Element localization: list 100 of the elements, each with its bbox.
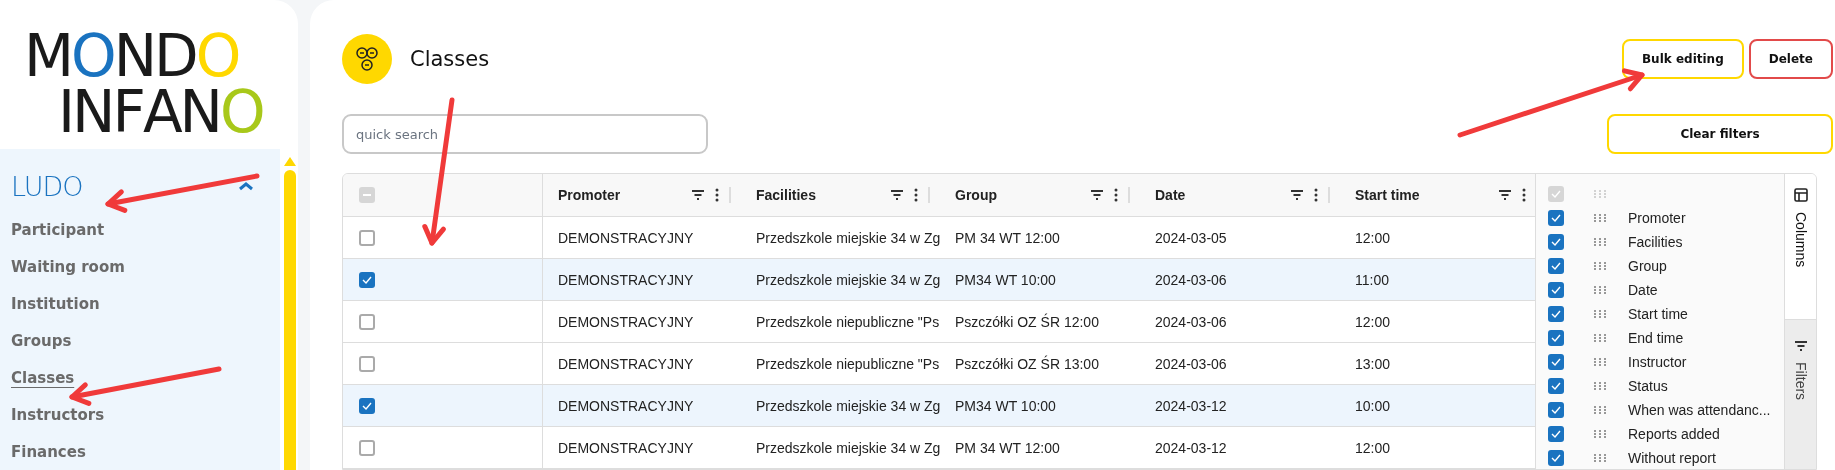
column-header[interactable]: Promoter	[558, 187, 681, 203]
more-icon[interactable]	[1314, 188, 1318, 202]
table-cell: Przedszkole niepubliczne "Ps	[756, 313, 940, 330]
drag-handle-icon[interactable]	[1594, 262, 1606, 271]
checkmark-icon	[1551, 190, 1561, 199]
checkbox[interactable]	[1548, 330, 1564, 347]
drag-handle-icon[interactable]	[1594, 334, 1606, 343]
more-icon[interactable]	[1114, 188, 1118, 202]
checkbox[interactable]	[1548, 354, 1564, 371]
drag-handle-icon[interactable]	[1594, 310, 1606, 319]
checkbox[interactable]	[359, 229, 375, 246]
checkbox[interactable]	[1548, 378, 1564, 395]
checkbox[interactable]	[359, 313, 375, 330]
checkbox[interactable]	[1548, 402, 1564, 419]
menu-item[interactable]: Classes	[11, 359, 75, 396]
search-field[interactable]: quick search	[342, 114, 708, 155]
column-header[interactable]: Date	[1155, 187, 1280, 203]
checkbox[interactable]	[359, 355, 375, 372]
table-row[interactable]: DEMONSTRACYJNY Przedszkole miejskie 34 w Zg PM 34 WT 12:00 2024-03-12 12:00	[343, 427, 1535, 469]
column-option[interactable]: End time	[1628, 330, 1684, 347]
column-option[interactable]: Reports added	[1628, 426, 1720, 443]
column-option[interactable]: When was attendanc...	[1628, 402, 1771, 419]
checkbox[interactable]	[359, 397, 375, 414]
filter-icon[interactable]	[890, 189, 904, 201]
table-cell: DEMONSTRACYJNY	[558, 397, 694, 414]
table-row[interactable]: DEMONSTRACYJNY Przedszkole miejskie 34 w Zg PM 34 WT 12:00 2024-03-05 12:00	[343, 217, 1535, 259]
table-row[interactable]: DEMONSTRACYJNY Przedszkole niepubliczne "Ps Pszczółki OZ ŚR 13:00 2024-03-06 13:00	[343, 343, 1535, 385]
chevron-icon[interactable]	[238, 181, 254, 191]
drag-handle-icon[interactable]	[1594, 238, 1606, 247]
menu-item[interactable]: Institution	[11, 285, 100, 322]
more-icon[interactable]	[1522, 188, 1526, 202]
more-icon[interactable]	[914, 188, 918, 202]
table-cell: Przedszkole niepubliczne "Ps	[756, 355, 940, 372]
checkbox[interactable]	[1548, 426, 1564, 443]
filter-icon[interactable]	[1498, 189, 1512, 201]
column-header[interactable]: Start time	[1355, 187, 1488, 203]
menu-item[interactable]: Participant	[11, 211, 105, 248]
page-title: Classes	[410, 46, 490, 71]
column-option[interactable]: Without report	[1628, 450, 1716, 467]
table-row[interactable]: DEMONSTRACYJNY Przedszkole niepubliczne "Ps Pszczółki OZ ŚR 12:00 2024-03-06 12:00	[343, 301, 1535, 343]
checkbox[interactable]	[1548, 234, 1564, 251]
action-button[interactable]: Bulk editing	[1621, 38, 1744, 79]
checkbox[interactable]	[1548, 282, 1564, 299]
checkmark-icon	[1551, 286, 1561, 295]
side-tab[interactable]: Filters	[1785, 320, 1816, 469]
column-option[interactable]: Group	[1628, 258, 1667, 275]
select-all-checkbox[interactable]	[359, 187, 375, 203]
side-tab[interactable]: Columns	[1785, 174, 1816, 321]
table-cell: DEMONSTRACYJNY	[558, 313, 694, 330]
more-icon[interactable]	[715, 188, 719, 202]
menu-item[interactable]: Waiting room	[11, 248, 125, 285]
drag-handle-icon[interactable]	[1594, 454, 1606, 463]
checkbox[interactable]	[359, 439, 375, 456]
action-button[interactable]: Delete	[1748, 38, 1833, 79]
checkbox[interactable]	[1548, 306, 1564, 323]
table-cell: 2024-03-06	[1155, 313, 1227, 330]
checkmark-icon	[1551, 334, 1561, 343]
checkbox[interactable]	[1548, 210, 1564, 227]
logo: MONDO INFANO	[23, 21, 264, 148]
table-cell: 12:00	[1355, 313, 1391, 330]
column-option[interactable]: Start time	[1628, 306, 1688, 323]
table-cell: PM34 WT 10:00	[955, 397, 1056, 414]
checkbox[interactable]	[1548, 258, 1564, 275]
drag-handle-icon[interactable]	[1594, 286, 1606, 295]
menu-item[interactable]: Finances	[11, 433, 86, 470]
drag-handle-icon[interactable]	[1594, 358, 1606, 367]
table-cell: Pszczółki OZ ŚR 13:00	[955, 355, 1099, 372]
clear-filters-button[interactable]: Clear filters	[1607, 114, 1833, 155]
checkbox[interactable]	[359, 271, 375, 288]
table-cell: 12:00	[1355, 439, 1391, 456]
checkbox[interactable]	[1548, 450, 1564, 467]
scrollbar-thumb[interactable]	[284, 170, 296, 470]
column-option[interactable]: Facilities	[1628, 234, 1683, 251]
drag-handle-icon[interactable]	[1594, 382, 1606, 391]
checkmark-icon	[1551, 454, 1561, 463]
column-option[interactable]: Instructor	[1628, 354, 1687, 371]
table-row[interactable]: DEMONSTRACYJNY Przedszkole miejskie 34 w Zg PM34 WT 10:00 2024-03-12 10:00	[343, 385, 1535, 427]
drag-handle-icon[interactable]	[1594, 406, 1606, 415]
drag-handle-icon[interactable]	[1594, 190, 1606, 199]
column-header[interactable]: Group	[955, 187, 1080, 203]
table-cell: 10:00	[1355, 397, 1391, 414]
section-title[interactable]: LUDO	[11, 170, 83, 202]
column-header[interactable]: Facilities	[756, 187, 880, 203]
table-row[interactable]: DEMONSTRACYJNY Przedszkole miejskie 34 w Zg PM34 WT 10:00 2024-03-06 11:00	[343, 259, 1535, 301]
table-cell: 13:00	[1355, 355, 1391, 372]
drag-handle-icon[interactable]	[1594, 430, 1606, 439]
checkmark-icon	[1551, 406, 1561, 415]
table-cell: Pszczółki OZ ŚR 12:00	[955, 313, 1099, 330]
drag-handle-icon[interactable]	[1594, 214, 1606, 223]
checkmark-icon	[362, 401, 372, 410]
menu-item[interactable]: Instructors	[11, 396, 105, 433]
column-option[interactable]: Date	[1628, 282, 1658, 299]
menu-item[interactable]: Groups	[11, 322, 72, 359]
column-option[interactable]: Status	[1628, 378, 1668, 395]
filter-icon[interactable]	[1290, 189, 1304, 201]
filter-icon[interactable]	[1090, 189, 1104, 201]
filter-icon[interactable]	[691, 189, 705, 201]
table-cell: DEMONSTRACYJNY	[558, 439, 694, 456]
table-cell: DEMONSTRACYJNY	[558, 355, 694, 372]
column-option[interactable]: Promoter	[1628, 210, 1686, 227]
